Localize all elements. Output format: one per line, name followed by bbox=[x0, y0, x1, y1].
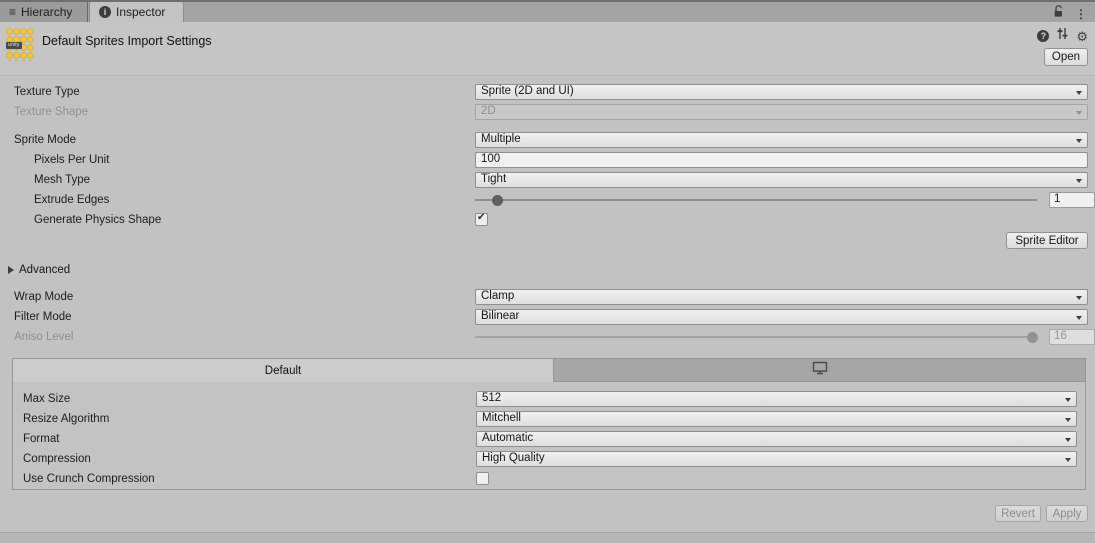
filter-mode-label: Filter Mode bbox=[14, 309, 72, 325]
monitor-icon bbox=[812, 361, 828, 380]
platform-settings-panel: Default Max Size 512 Resize Algorithm Mi… bbox=[12, 358, 1086, 490]
use-crunch-compression-checkbox[interactable] bbox=[476, 472, 489, 485]
tab-inspector[interactable]: i Inspector bbox=[89, 2, 184, 22]
texture-shape-label: Texture Shape bbox=[14, 104, 88, 120]
row-filter-mode: Filter Mode Bilinear bbox=[0, 309, 1095, 325]
info-icon: i bbox=[99, 6, 111, 18]
gear-icon[interactable]: ⚙ bbox=[1076, 30, 1088, 43]
row-compression: Compression High Quality bbox=[13, 451, 1085, 467]
pixels-per-unit-label: Pixels Per Unit bbox=[34, 152, 109, 168]
row-mesh-type: Mesh Type Tight bbox=[0, 172, 1095, 188]
row-pixels-per-unit: Pixels Per Unit 100 bbox=[0, 152, 1095, 168]
sprite-mode-label: Sprite Mode bbox=[14, 132, 76, 148]
row-format: Format Automatic bbox=[13, 431, 1085, 447]
unity-inspector-window: ≡ Hierarchy i Inspector ⋮ unity Default … bbox=[0, 0, 1095, 543]
kebab-menu-icon[interactable]: ⋮ bbox=[1075, 7, 1087, 21]
hierarchy-list-icon: ≡ bbox=[9, 6, 16, 18]
lock-icon[interactable] bbox=[1053, 5, 1064, 23]
pixels-per-unit-input[interactable]: 100 bbox=[475, 152, 1088, 168]
platform-tab-default[interactable]: Default bbox=[13, 359, 554, 382]
sprite-editor-button[interactable]: Sprite Editor bbox=[1006, 232, 1088, 249]
help-icon[interactable]: ? bbox=[1037, 30, 1049, 42]
sprite-sheet-thumbnail-icon: unity bbox=[6, 28, 34, 61]
row-wrap-mode: Wrap Mode Clamp bbox=[0, 289, 1095, 305]
compression-label: Compression bbox=[23, 451, 91, 467]
extrude-edges-slider[interactable] bbox=[475, 199, 1037, 201]
generate-physics-shape-label: Generate Physics Shape bbox=[34, 212, 161, 228]
open-button[interactable]: Open bbox=[1044, 48, 1088, 66]
max-size-label: Max Size bbox=[23, 391, 70, 407]
apply-button[interactable]: Apply bbox=[1046, 505, 1088, 522]
mesh-type-label: Mesh Type bbox=[34, 172, 90, 188]
filter-mode-dropdown[interactable]: Bilinear bbox=[475, 309, 1088, 325]
advanced-foldout-label: Advanced bbox=[19, 264, 70, 276]
extrude-edges-value-input[interactable]: 1 bbox=[1049, 192, 1095, 208]
texture-type-label: Texture Type bbox=[14, 84, 80, 100]
aniso-level-label: Aniso Level bbox=[14, 329, 73, 345]
row-use-crunch-compression: Use Crunch Compression bbox=[13, 471, 1085, 487]
advanced-foldout[interactable]: Advanced bbox=[8, 262, 70, 278]
row-texture-shape: Texture Shape 2D bbox=[0, 104, 1095, 120]
header-icons: ? ⚙ bbox=[1037, 27, 1088, 45]
row-aniso-level: Aniso Level 16 bbox=[0, 329, 1095, 345]
row-texture-type: Texture Type Sprite (2D and UI) bbox=[0, 84, 1095, 100]
texture-type-dropdown[interactable]: Sprite (2D and UI) bbox=[475, 84, 1088, 100]
tab-hierarchy-label: Hierarchy bbox=[21, 5, 72, 19]
row-extrude-edges: Extrude Edges 1 bbox=[0, 192, 1095, 208]
format-dropdown[interactable]: Automatic bbox=[476, 431, 1077, 447]
page-title: Default Sprites Import Settings bbox=[42, 34, 212, 48]
aniso-level-value: 16 bbox=[1049, 329, 1095, 345]
compression-dropdown[interactable]: High Quality bbox=[476, 451, 1077, 467]
max-size-dropdown[interactable]: 512 bbox=[476, 391, 1077, 407]
row-max-size: Max Size 512 bbox=[13, 391, 1085, 407]
tab-inspector-label: Inspector bbox=[116, 5, 165, 19]
generate-physics-shape-checkbox[interactable] bbox=[475, 213, 488, 226]
row-generate-physics-shape: Generate Physics Shape bbox=[0, 212, 1095, 228]
platform-tab-standalone[interactable] bbox=[554, 359, 1085, 382]
tab-hierarchy[interactable]: ≡ Hierarchy bbox=[0, 2, 88, 22]
format-label: Format bbox=[23, 431, 59, 447]
texture-shape-dropdown: 2D bbox=[475, 104, 1088, 120]
sprite-mode-dropdown[interactable]: Multiple bbox=[475, 132, 1088, 148]
extrude-edges-label: Extrude Edges bbox=[34, 192, 109, 208]
presets-icon[interactable] bbox=[1056, 27, 1069, 45]
platform-tabs: Default bbox=[13, 359, 1085, 382]
inspector-header: unity Default Sprites Import Settings ? … bbox=[0, 22, 1095, 76]
resize-algorithm-label: Resize Algorithm bbox=[23, 411, 109, 427]
extrude-edges-slider-handle[interactable] bbox=[492, 195, 503, 206]
window-bottom-edge bbox=[0, 532, 1095, 543]
aniso-level-slider bbox=[475, 336, 1037, 338]
tabbar-actions: ⋮ bbox=[1053, 5, 1087, 23]
aniso-level-slider-handle bbox=[1027, 332, 1038, 343]
row-sprite-mode: Sprite Mode Multiple bbox=[0, 132, 1095, 148]
row-resize-algorithm: Resize Algorithm Mitchell bbox=[13, 411, 1085, 427]
unity-watermark: unity bbox=[6, 42, 22, 49]
wrap-mode-label: Wrap Mode bbox=[14, 289, 73, 305]
revert-button[interactable]: Revert bbox=[995, 505, 1041, 522]
wrap-mode-dropdown[interactable]: Clamp bbox=[475, 289, 1088, 305]
foldout-arrow-icon bbox=[8, 266, 14, 274]
resize-algorithm-dropdown[interactable]: Mitchell bbox=[476, 411, 1077, 427]
use-crunch-compression-label: Use Crunch Compression bbox=[23, 471, 155, 487]
tab-bar: ≡ Hierarchy i Inspector ⋮ bbox=[0, 0, 1095, 22]
mesh-type-dropdown[interactable]: Tight bbox=[475, 172, 1088, 188]
